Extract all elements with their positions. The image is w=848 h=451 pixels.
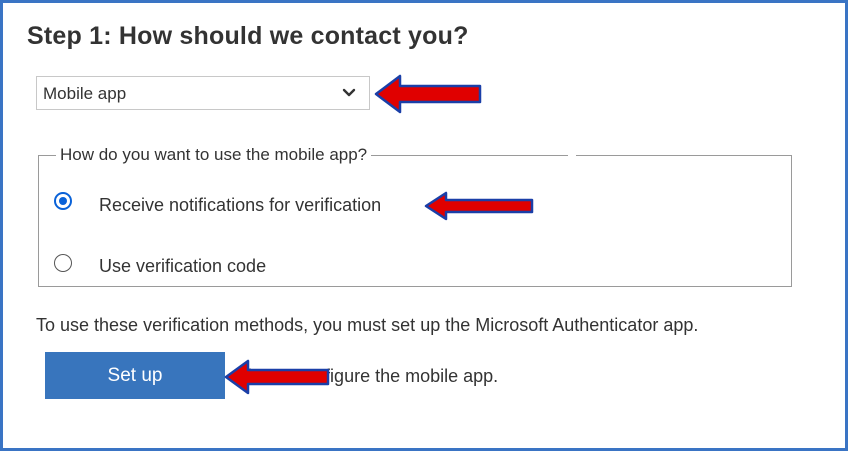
receive-notifications-label[interactable]: Receive notifications for verification [99,195,381,216]
contact-method-select[interactable]: Mobile app [36,76,370,110]
mobile-app-options-legend: How do you want to use the mobile app? [56,145,372,165]
use-verification-code-label[interactable]: Use verification code [99,256,266,277]
red-arrow-icon [374,74,482,114]
authenticator-info-text: To use these verification methods, you m… [36,315,699,335]
radio-receive-notifications[interactable] [54,192,72,210]
legend-divider-gap [568,151,576,159]
red-arrow-icon [224,359,330,395]
contact-method-value: Mobile app [43,84,127,103]
chevron-down-icon [342,88,356,97]
set-up-button[interactable]: Set up [45,352,225,399]
red-arrow-icon [424,191,534,221]
radio-use-verification-code[interactable] [54,254,72,272]
page-title: Step 1: How should we contact you? [27,22,469,50]
